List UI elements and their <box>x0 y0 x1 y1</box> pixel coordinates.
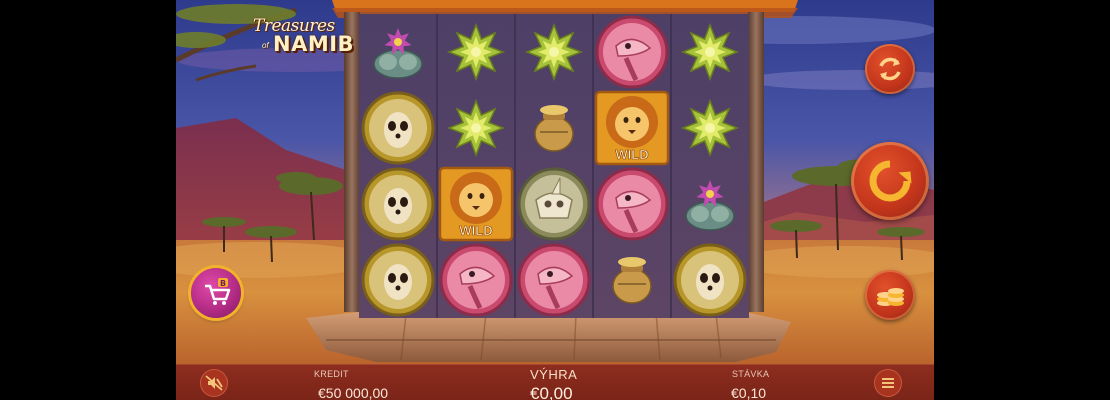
game-logo: Treasures of NAMIB <box>243 14 355 60</box>
game-scene: WILD WILD <box>176 0 934 400</box>
symbol-ostrich <box>517 243 591 317</box>
win-label: VÝHRA <box>530 367 578 382</box>
spin-button[interactable] <box>851 142 929 220</box>
symbol-lion-wild: WILD <box>594 90 670 166</box>
wild-label: WILD <box>615 147 648 162</box>
win-value: €0,00 <box>530 384 573 400</box>
logo-text-namib: NAMIB <box>273 32 355 56</box>
spin-arrow-icon <box>869 160 912 202</box>
symbol-star-succulent <box>446 22 506 82</box>
sound-toggle-button[interactable] <box>200 369 228 397</box>
symbol-meerkat <box>361 243 435 317</box>
logo-text-of: of <box>262 41 269 50</box>
symbol-star-succulent <box>680 22 740 82</box>
symbol-star-succulent <box>446 98 506 158</box>
sound-muted-icon <box>205 375 223 391</box>
svg-text:B: B <box>220 279 226 288</box>
symbol-star-succulent <box>680 98 740 158</box>
symbol-ostrich <box>595 15 669 89</box>
bonus-cart-icon: B <box>205 278 231 305</box>
buy-bonus-button[interactable]: B <box>191 268 241 318</box>
symbol-ostrich <box>439 243 513 317</box>
symbol-meerkat <box>673 243 747 317</box>
bet-button[interactable] <box>865 270 915 320</box>
credit-label: KREDIT <box>314 369 349 379</box>
game-stage: WILD WILD Treasures of NAMIB B KREDIT €5… <box>176 0 934 400</box>
menu-icon <box>882 378 894 388</box>
symbol-lion-wild: WILD <box>438 166 514 242</box>
symbol-star-succulent <box>524 22 584 82</box>
autoplay-arrows-icon <box>879 57 901 81</box>
symbol-meerkat <box>361 91 435 165</box>
credit-value: €50 000,00 <box>318 385 389 400</box>
symbol-meerkat <box>361 167 435 241</box>
menu-button[interactable] <box>874 369 902 397</box>
bet-value: €0,10 <box>731 385 767 400</box>
autoplay-button[interactable] <box>865 44 915 94</box>
coins-stack-icon <box>877 288 904 306</box>
wild-label: WILD <box>459 223 492 238</box>
symbol-rhino-skull <box>517 167 591 241</box>
bet-label: STÁVKA <box>732 369 770 379</box>
symbol-ostrich <box>595 167 669 241</box>
bottom-info-bar: KREDIT €50 000,00 VÝHRA €0,00 STÁVKA €0,… <box>176 364 934 400</box>
